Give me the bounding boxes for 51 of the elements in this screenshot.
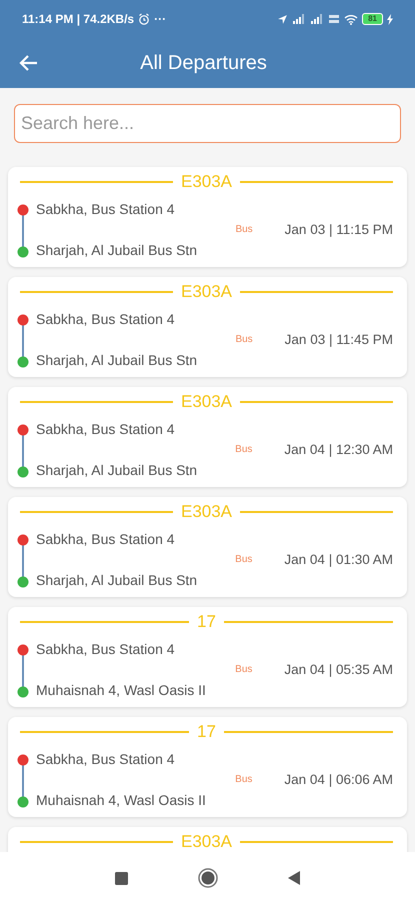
departure-time: Jan 04 | 05:35 AM	[284, 660, 393, 679]
origin-stop: Sabkha, Bus Station 4	[36, 310, 176, 328]
location-icon	[277, 14, 288, 24]
destination-stop: Muhaisnah 4, Wasl Oasis II	[36, 790, 207, 810]
departure-card[interactable]: 17 Sabkha, Bus Station 4 Bus Jan 04 | 06:06 AM Muhaisnah 4, Wasl Oasis II	[8, 717, 407, 817]
route-number: 17	[196, 611, 217, 633]
destination-stop: Sharjah, Al Jubail Bus Stn	[36, 350, 198, 370]
transport-mode: Bus	[235, 553, 252, 568]
route-number: E303A	[180, 501, 234, 523]
route-number: 17	[196, 721, 217, 743]
home-button[interactable]	[198, 868, 218, 888]
transport-mode: Bus	[235, 443, 252, 458]
departure-card[interactable]: E303A Sabkha, Bus Station 4 Bus Jan 04 | 01:30 AM Sharjah, Al Jubail Bus Stn	[8, 497, 407, 597]
route-number: E303A	[180, 391, 234, 413]
search-field[interactable]: Search here...	[14, 104, 401, 143]
route-number: E303A	[180, 281, 234, 303]
departure-time: Jan 04 | 01:30 AM	[284, 550, 393, 569]
departure-time: Jan 03 | 11:45 PM	[284, 330, 393, 349]
signal-icon	[310, 14, 324, 24]
destination-stop: Sharjah, Al Jubail Bus Stn	[36, 570, 198, 590]
back-nav-button[interactable]	[288, 871, 300, 885]
departure-time: Jan 03 | 11:15 PM	[284, 220, 393, 239]
departure-card[interactable]: E303A Sabkha, Bus Station 4 Bus Jan 03 | 11:15 PM Sharjah, Al Jubail Bus Stn	[8, 167, 407, 267]
battery-level: 81	[362, 13, 383, 25]
departure-time: Jan 04 | 06:06 AM	[284, 770, 393, 789]
origin-stop: Sabkha, Bus Station 4	[36, 750, 176, 768]
status-time: 11:14 PM | 74.2KB/s	[22, 11, 134, 28]
origin-stop: Sabkha, Bus Station 4	[36, 200, 176, 218]
origin-stop: Sabkha, Bus Station 4	[36, 530, 176, 548]
origin-stop: Sabkha, Bus Station 4	[36, 640, 176, 658]
signal-icon	[292, 14, 306, 24]
transport-mode: Bus	[235, 223, 253, 238]
destination-stop: Sharjah, Al Jubail Bus Stn	[36, 240, 198, 260]
departure-card[interactable]: E303A Sabkha, Bus Station 4 Bus Jan 03 | 11:45 PM Sharjah, Al Jubail Bus Stn	[8, 277, 407, 377]
destination-stop: Sharjah, Al Jubail Bus Stn	[36, 460, 198, 480]
route-number: E303A	[180, 831, 234, 852]
departure-card[interactable]: E303A Sabkha, Bus Station 4 Bus Jan 04 | 12:30 AM Sharjah, Al Jubail Bus Stn	[8, 387, 407, 487]
charging-icon	[387, 14, 393, 24]
departure-card[interactable]: 17 Sabkha, Bus Station 4 Bus Jan 04 | 05:35 AM Muhaisnah 4, Wasl Oasis II	[8, 607, 407, 707]
wifi-icon	[344, 14, 358, 24]
transport-mode: Bus	[235, 663, 252, 678]
origin-stop: Sabkha, Bus Station 4	[36, 420, 176, 438]
more-notifications: ···	[154, 11, 166, 28]
page-title: All Departures	[139, 51, 268, 76]
route-number: E303A	[180, 171, 234, 193]
transport-mode: Bus	[235, 773, 252, 788]
destination-stop: Muhaisnah 4, Wasl Oasis II	[36, 680, 207, 700]
alarm-icon	[138, 13, 150, 25]
recents-button[interactable]	[114, 872, 128, 884]
transport-mode: Bus	[235, 333, 253, 348]
departure-time: Jan 04 | 12:30 AM	[284, 440, 393, 459]
